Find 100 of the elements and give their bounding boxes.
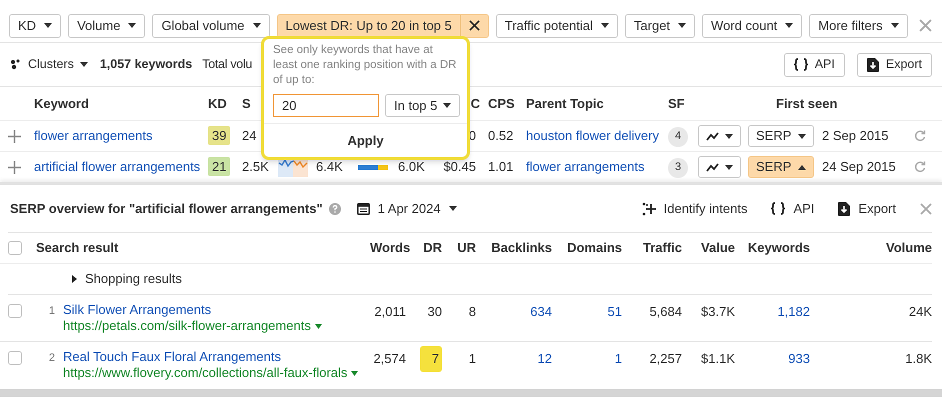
api-button[interactable]: API — [784, 52, 845, 76]
words-value: 2,574 — [373, 351, 406, 366]
close-icon — [468, 20, 480, 31]
column-header[interactable]: Backlinks — [491, 240, 552, 256]
backlinks-link[interactable]: 634 — [530, 304, 552, 319]
rank-number: 1 — [48, 305, 55, 317]
keywords-link[interactable]: 1,182 — [777, 304, 810, 319]
filter-dropdown[interactable]: Global volume — [152, 14, 270, 38]
kd-badge: 21 — [208, 157, 230, 176]
plus-icon[interactable] — [8, 130, 21, 142]
caret-icon[interactable] — [314, 324, 322, 328]
braces-icon — [771, 202, 786, 215]
download-icon — [838, 202, 850, 216]
column-header[interactable]: CPS — [480, 94, 526, 114]
result-title-link[interactable]: Silk Flower Arrangements — [63, 302, 322, 318]
serp-toggle-button[interactable]: SERP — [748, 125, 814, 147]
trend-dropdown[interactable] — [698, 125, 741, 147]
apply-button[interactable]: Apply — [264, 124, 467, 157]
filter-dropdown[interactable]: Volume — [68, 14, 146, 38]
column-header[interactable]: DR — [423, 240, 442, 256]
export-button[interactable]: Export — [856, 52, 932, 76]
parent-topic-link[interactable]: flower arrangements — [526, 159, 644, 174]
filter-label[interactable]: Lowest DR: Up to 20 in top 5 — [278, 16, 460, 36]
first-seen-date: 24 Sep 2015 — [822, 159, 896, 174]
keywords-link[interactable]: 933 — [788, 351, 810, 366]
volume-value: 24K — [908, 304, 932, 319]
column-header[interactable]: Keywords — [748, 240, 810, 256]
trend-icon — [706, 132, 719, 140]
close-icon — [918, 19, 932, 32]
filter-dropdown[interactable]: Target — [624, 14, 696, 38]
filter-chip[interactable]: Lowest DR: Up to 20 in top 5 — [276, 14, 489, 38]
serp-features-count: 4 — [668, 126, 688, 147]
words-value: 2,011 — [374, 304, 406, 319]
column-header[interactable]: SF — [668, 94, 698, 114]
clear-filters-button[interactable] — [918, 19, 932, 32]
caret-icon — [725, 134, 733, 138]
download-icon — [866, 58, 879, 72]
api-button[interactable]: API — [771, 198, 814, 218]
popover-description: See only keywords that have at least one ranking position with a DR of up to: — [272, 43, 458, 88]
keyword-link[interactable]: flower arrangements — [34, 128, 152, 144]
column-header[interactable]: First seen — [776, 94, 868, 114]
refresh-icon[interactable] — [914, 130, 926, 142]
filter-dropdown[interactable]: More filters — [809, 14, 908, 38]
column-header[interactable]: Search result — [36, 240, 118, 256]
trend-dropdown[interactable] — [698, 156, 741, 178]
calendar-icon — [356, 202, 370, 215]
column-header[interactable]: Traffic — [642, 240, 682, 256]
checkbox[interactable] — [8, 351, 22, 365]
global-volume-value: 6.4K — [316, 159, 343, 174]
refresh-icon[interactable] — [914, 161, 926, 173]
serp-toggle-button[interactable]: SERP — [748, 156, 814, 178]
keyword-link[interactable]: artificial flower arrangements — [34, 159, 200, 174]
column-header[interactable]: Volume — [886, 240, 932, 256]
dr-input-field[interactable]: 20 — [273, 94, 379, 117]
intents-button[interactable]: Identify intents — [642, 198, 748, 218]
shopping-results-toggle[interactable]: Shopping results — [72, 269, 182, 289]
volume-value: 1.8K — [905, 351, 932, 366]
position-dropdown[interactable]: In top 5 — [385, 94, 460, 117]
filter-dropdown[interactable]: Traffic potential — [496, 14, 618, 38]
filter-dropdown[interactable]: KD — [9, 14, 62, 38]
date-dropdown[interactable]: 1 Apr 2024 — [356, 198, 457, 218]
column-header[interactable]: C — [470, 96, 480, 111]
caret-icon[interactable] — [351, 370, 358, 376]
caret-icon — [80, 62, 88, 67]
column-header[interactable]: Domains — [567, 240, 622, 256]
caret-icon — [785, 23, 794, 28]
caret-icon — [44, 23, 52, 28]
value-amount: $1.1K — [701, 351, 735, 366]
export-button[interactable]: Export — [838, 198, 896, 218]
column-header[interactable]: Keyword — [34, 94, 208, 114]
caret-icon — [890, 23, 899, 28]
value-amount: $3.7K — [701, 304, 735, 319]
column-header[interactable]: Words — [370, 240, 410, 256]
result-title-link[interactable]: Real Touch Faux Floral Arrangements — [63, 349, 358, 365]
checkbox[interactable] — [8, 241, 22, 255]
column-header[interactable]: Value — [701, 240, 735, 256]
caret-icon — [448, 206, 457, 211]
help-icon — [328, 202, 341, 214]
traffic-potential-value: 6.0K — [398, 159, 425, 174]
kd-badge: 39 — [208, 126, 230, 146]
result-url-link[interactable]: https://www.flovery.com/collections/all-faux-florals — [63, 365, 348, 381]
column-header[interactable]: KD — [208, 94, 242, 114]
serp-title: SERP overview for "artificial flower arrangements" — [10, 200, 323, 218]
ur-value: 8 — [468, 304, 476, 319]
domains-link[interactable]: 1 — [614, 351, 622, 366]
clusters-dropdown[interactable]: Clusters — [28, 55, 88, 74]
filter-dropdown[interactable]: Word count — [702, 14, 802, 38]
backlinks-link[interactable]: 12 — [538, 351, 552, 366]
rank-number: 2 — [48, 352, 55, 364]
column-header[interactable]: Parent Topic — [526, 94, 668, 114]
caret-icon — [443, 103, 452, 108]
parent-topic-link[interactable]: houston flower delivery — [526, 128, 659, 144]
clusters-icon — [10, 59, 22, 70]
column-header[interactable]: UR — [457, 240, 476, 256]
plus-icon[interactable] — [8, 160, 21, 174]
domains-link[interactable]: 51 — [608, 304, 622, 319]
checkbox[interactable] — [8, 304, 22, 318]
expand-icon — [72, 275, 77, 283]
close-panel-button[interactable] — [920, 202, 932, 214]
result-url-link[interactable]: https://petals.com/silk-flower-arrangements — [63, 318, 311, 334]
